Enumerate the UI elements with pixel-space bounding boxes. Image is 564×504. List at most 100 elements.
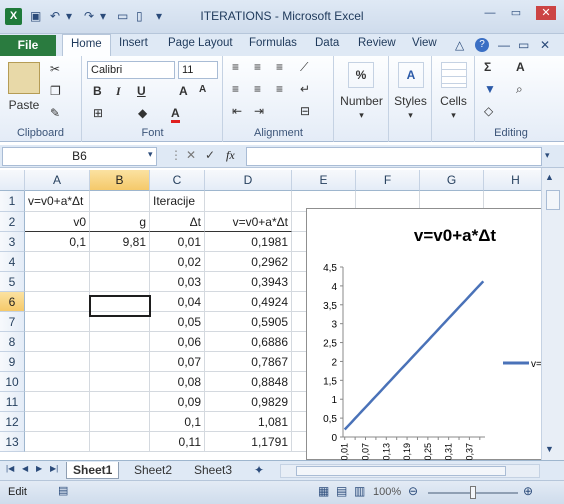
font-name-combo[interactable]: Calibri bbox=[87, 61, 175, 79]
styles-dropdown-icon[interactable]: ▾ bbox=[390, 110, 431, 121]
minimize-icon[interactable]: — bbox=[480, 6, 500, 20]
cell-a5[interactable] bbox=[25, 272, 90, 292]
orientation-icon[interactable]: ⟋ bbox=[300, 60, 308, 75]
cell-d8[interactable]: 0,6886 bbox=[205, 332, 292, 352]
zoom-slider-thumb[interactable] bbox=[470, 486, 476, 499]
cell-b3[interactable]: 9,81 bbox=[90, 232, 150, 252]
cancel-icon[interactable]: ✕ bbox=[186, 148, 196, 162]
insert-function-icon[interactable]: fx bbox=[226, 148, 235, 163]
column-header-b[interactable]: B bbox=[90, 170, 150, 191]
italic-icon[interactable]: I bbox=[116, 84, 121, 99]
cell-c11[interactable]: 0,09 bbox=[150, 392, 205, 412]
increase-indent-icon[interactable]: ⇥ bbox=[254, 104, 264, 118]
cell-d12[interactable]: 1,081 bbox=[205, 412, 292, 432]
cell-c4[interactable]: 0,02 bbox=[150, 252, 205, 272]
cell-c6[interactable]: 0,04 bbox=[150, 292, 205, 312]
cell-b2[interactable]: g bbox=[90, 212, 150, 232]
number-format-icon[interactable]: % bbox=[348, 62, 374, 88]
cell-d11[interactable]: 0,9829 bbox=[205, 392, 292, 412]
copy-icon[interactable]: ❐ bbox=[50, 84, 61, 98]
cell-b10[interactable] bbox=[90, 372, 150, 392]
tab-file[interactable]: File bbox=[0, 35, 56, 56]
align-left-icon[interactable]: ≡ bbox=[232, 82, 239, 96]
cell-c5[interactable]: 0,03 bbox=[150, 272, 205, 292]
cell-a11[interactable] bbox=[25, 392, 90, 412]
row-header-5[interactable]: 5 bbox=[0, 272, 25, 292]
page-layout-view-icon[interactable]: ▤ bbox=[336, 484, 347, 498]
row-header-4[interactable]: 4 bbox=[0, 252, 25, 272]
styles-button[interactable]: Styles bbox=[390, 94, 431, 108]
cell-d10[interactable]: 0,8848 bbox=[205, 372, 292, 392]
cell-c7[interactable]: 0,05 bbox=[150, 312, 205, 332]
cell-c2[interactable]: Δt bbox=[150, 212, 205, 232]
cell-d13[interactable]: 1,1791 bbox=[205, 432, 292, 452]
expand-formula-bar-icon[interactable]: ▾ bbox=[545, 150, 550, 161]
column-header-d[interactable]: D bbox=[205, 170, 292, 191]
horizontal-scroll-thumb[interactable] bbox=[296, 466, 506, 476]
sheet-tab-1[interactable]: Sheet1 bbox=[66, 462, 120, 479]
cell-a8[interactable] bbox=[25, 332, 90, 352]
sort-filter-icon[interactable]: A bbox=[516, 60, 525, 74]
cell-c10[interactable]: 0,08 bbox=[150, 372, 205, 392]
cell-d4[interactable]: 0,2962 bbox=[205, 252, 292, 272]
row-header-13[interactable]: 13 bbox=[0, 432, 25, 452]
merge-center-icon[interactable]: ⊟ bbox=[300, 104, 310, 118]
number-button[interactable]: Number bbox=[335, 94, 388, 108]
macro-record-icon[interactable]: ▤ bbox=[58, 484, 68, 497]
cell-d9[interactable]: 0,7867 bbox=[205, 352, 292, 372]
cell-a4[interactable] bbox=[25, 252, 90, 272]
cells-dropdown-icon[interactable]: ▾ bbox=[433, 110, 474, 121]
zoom-out-icon[interactable]: ⊖ bbox=[408, 484, 418, 498]
select-all-corner[interactable] bbox=[0, 170, 25, 191]
row-header-3[interactable]: 3 bbox=[0, 232, 25, 252]
cell-b9[interactable] bbox=[90, 352, 150, 372]
underline-icon[interactable]: U bbox=[137, 84, 146, 98]
clear-icon[interactable]: ◇ bbox=[484, 104, 493, 118]
cells-icon[interactable] bbox=[441, 62, 467, 88]
column-header-h[interactable]: H bbox=[484, 170, 541, 191]
row-header-6[interactable]: 6 bbox=[0, 292, 25, 312]
center-icon[interactable]: ≡ bbox=[254, 82, 261, 96]
minimize-ribbon-icon[interactable]: △ bbox=[455, 38, 464, 52]
font-color-icon[interactable]: A bbox=[171, 106, 180, 123]
column-header-a[interactable]: A bbox=[25, 170, 90, 191]
cell-c8[interactable]: 0,06 bbox=[150, 332, 205, 352]
enter-icon[interactable]: ✓ bbox=[205, 148, 215, 162]
cell-b5[interactable] bbox=[90, 272, 150, 292]
cell-a10[interactable] bbox=[25, 372, 90, 392]
cell-b4[interactable] bbox=[90, 252, 150, 272]
number-dropdown-icon[interactable]: ▾ bbox=[335, 110, 388, 121]
zoom-in-icon[interactable]: ⊕ bbox=[523, 484, 533, 498]
cut-icon[interactable]: ✂ bbox=[50, 62, 60, 76]
cell-a3[interactable]: 0,1 bbox=[25, 232, 90, 252]
align-top-icon[interactable]: ≡ bbox=[232, 60, 239, 74]
maximize-icon[interactable]: ▭ bbox=[506, 6, 526, 20]
workbook-minimize-icon[interactable]: — bbox=[498, 38, 510, 52]
cell-a2[interactable]: v0 bbox=[25, 212, 90, 232]
cell-a9[interactable] bbox=[25, 352, 90, 372]
close-icon[interactable]: ✕ bbox=[536, 6, 556, 20]
cell-c9[interactable]: 0,07 bbox=[150, 352, 205, 372]
cells-group[interactable]: Cells ▾ bbox=[433, 56, 475, 142]
workbook-restore-icon[interactable]: ▭ bbox=[518, 38, 529, 52]
number-group[interactable]: % Number ▾ bbox=[335, 56, 389, 142]
borders-icon[interactable]: ⊞ bbox=[93, 106, 103, 120]
styles-group[interactable]: A Styles ▾ bbox=[390, 56, 432, 142]
row-header-9[interactable]: 9 bbox=[0, 352, 25, 372]
sheet-tab-3[interactable]: Sheet3 bbox=[188, 462, 238, 479]
row-header-10[interactable]: 10 bbox=[0, 372, 25, 392]
cell-a12[interactable] bbox=[25, 412, 90, 432]
paste-button[interactable]: Paste bbox=[4, 98, 44, 112]
zoom-level[interactable]: 100% bbox=[373, 486, 401, 498]
row-header-7[interactable]: 7 bbox=[0, 312, 25, 332]
cell-b1[interactable] bbox=[90, 191, 150, 212]
grow-font-icon[interactable]: A bbox=[179, 84, 188, 98]
align-right-icon[interactable]: ≡ bbox=[276, 82, 283, 96]
cell-b13[interactable] bbox=[90, 432, 150, 452]
horizontal-scrollbar[interactable] bbox=[280, 464, 540, 478]
prev-sheet-icon[interactable]: ◀ bbox=[22, 464, 28, 473]
wrap-text-icon[interactable]: ↵ bbox=[300, 82, 310, 96]
cell-d7[interactable]: 0,5905 bbox=[205, 312, 292, 332]
insert-sheet-icon[interactable]: ✦ bbox=[254, 463, 264, 477]
line-chart[interactable]: v=v0+a*Δt 0 0,5 1 1,5 2 2,5 3 3,5 4 4,5 0,01 0,07 0,1… bbox=[306, 208, 542, 461]
